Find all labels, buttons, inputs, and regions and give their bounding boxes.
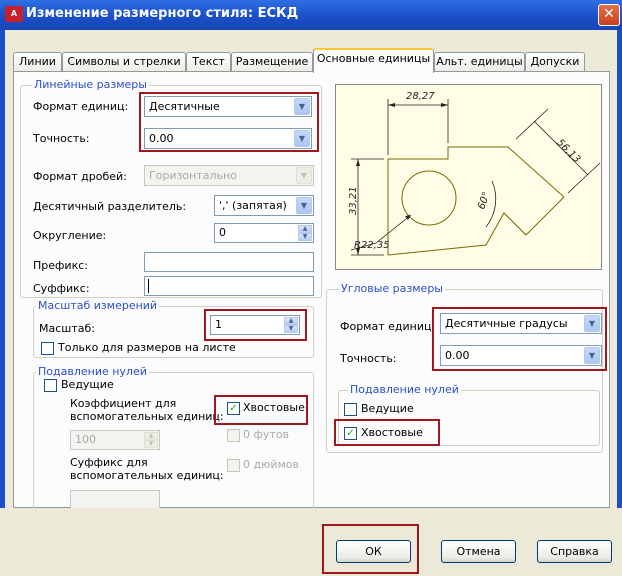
- prefix-input[interactable]: [144, 252, 314, 272]
- sub-units-suffix-input: [70, 490, 160, 510]
- angular-precision-value: 0.00: [445, 349, 470, 362]
- autocad-icon: A: [5, 6, 23, 22]
- dialog-window: A Изменение размерного стиля: ЕСКД ✕ Лин…: [0, 0, 622, 576]
- angular-leading-zeros-checkbox[interactable]: [344, 403, 357, 416]
- chevron-down-icon[interactable]: ▼: [584, 315, 600, 332]
- close-button[interactable]: ✕: [598, 4, 620, 26]
- zero-inches-label: 0 дюймов: [243, 458, 300, 471]
- spinner-arrows[interactable]: ▲ ▼: [284, 317, 298, 333]
- dim-angle-text: 60°: [476, 191, 492, 211]
- angular-precision-label: Точность:: [340, 352, 397, 365]
- scale-spinner[interactable]: 1 ▲ ▼: [210, 315, 300, 335]
- button-bar: [0, 508, 622, 576]
- zero-feet-label: 0 футов: [243, 428, 290, 441]
- trailing-zeros-checkbox[interactable]: ✓: [227, 402, 240, 415]
- angular-unit-format-value: Десятичные градусы: [445, 317, 568, 330]
- chevron-down-icon[interactable]: ▼: [584, 347, 600, 364]
- sub-units-factor-spinner: 100 ▲ ▼: [70, 430, 160, 450]
- sub-units-factor-value: 100: [75, 433, 96, 446]
- angular-trailing-zeros-checkbox[interactable]: ✓: [344, 427, 357, 440]
- prefix-label: Префикс:: [33, 259, 88, 272]
- fraction-format-value: Горизонтально: [149, 169, 237, 182]
- decimal-separator-label: Десятичный разделитель:: [33, 200, 187, 213]
- scale-label: Масштаб:: [39, 322, 95, 335]
- layout-only-checkbox[interactable]: [41, 342, 54, 355]
- unit-format-label: Формат единиц:: [33, 100, 129, 113]
- spinner-arrows: ▲ ▼: [144, 432, 158, 448]
- window-border-left: [0, 30, 5, 576]
- window-border-right: [617, 30, 622, 576]
- dim-top-text: 28,27: [406, 91, 435, 102]
- dim-left-text: 33,21: [348, 186, 359, 215]
- tab-fit[interactable]: Размещение: [231, 52, 313, 72]
- cancel-button[interactable]: Отмена: [441, 540, 516, 563]
- precision-label: Точность:: [33, 132, 90, 145]
- ok-button[interactable]: ОК: [336, 540, 411, 563]
- unit-format-value: Десятичные: [149, 100, 220, 113]
- zero-inches-checkbox: [227, 459, 240, 472]
- zero-feet-checkbox: [227, 429, 240, 442]
- dim-right-text: 56,13: [554, 137, 582, 165]
- angular-leading-zeros-label: Ведущие: [361, 402, 414, 415]
- layout-only-label: Только для размеров на листе: [58, 341, 236, 354]
- unit-format-select[interactable]: Десятичные ▼: [144, 96, 312, 117]
- chevron-down-icon: ▼: [296, 167, 312, 184]
- angular-dimensions-legend: Угловые размеры: [339, 282, 445, 295]
- tab-primary-units[interactable]: Основные единицы: [313, 48, 434, 73]
- title-bar[interactable]: A Изменение размерного стиля: ЕСКД ✕: [0, 0, 622, 30]
- angular-unit-format-label: Формат единиц:: [340, 320, 436, 333]
- fraction-format-label: Формат дробей:: [33, 170, 127, 183]
- tab-alternate-units[interactable]: Альт. единицы: [434, 52, 525, 72]
- rounding-spinner[interactable]: 0 ▲ ▼: [214, 223, 314, 243]
- tab-lines[interactable]: Линии: [13, 52, 62, 72]
- dimension-preview: 28,27 33,21 56,13 60° R22,35: [335, 84, 602, 270]
- fraction-format-select: Горизонтально ▼: [144, 165, 314, 186]
- preview-drawing: 28,27 33,21 56,13 60° R22,35: [348, 91, 601, 256]
- help-button[interactable]: Справка: [537, 540, 612, 563]
- scale-value: 1: [215, 318, 222, 331]
- window-title: Изменение размерного стиля: ЕСКД: [26, 6, 299, 21]
- leading-zeros-label: Ведущие: [61, 378, 114, 391]
- angular-trailing-zeros-label: Хвостовые: [361, 426, 423, 439]
- sub-units-suffix-label-1: Суффикс для: [70, 456, 148, 469]
- chevron-down-icon[interactable]: ▼: [294, 130, 310, 147]
- dim-radius-text: R22,35: [354, 240, 390, 251]
- chevron-down-icon[interactable]: ▼: [296, 197, 312, 214]
- spinner-arrows[interactable]: ▲ ▼: [298, 225, 312, 241]
- tab-text[interactable]: Текст: [186, 52, 231, 72]
- leading-zeros-checkbox[interactable]: [44, 379, 57, 392]
- text-cursor: [148, 279, 149, 293]
- angular-precision-select[interactable]: 0.00 ▼: [440, 345, 602, 366]
- precision-value: 0.00: [149, 132, 174, 145]
- angular-unit-format-select[interactable]: Десятичные градусы ▼: [440, 313, 602, 334]
- measurement-scale-legend: Масштаб измерений: [36, 299, 160, 312]
- zero-suppression-linear-legend: Подавление нулей: [36, 365, 149, 378]
- zero-suppression-angular-legend: Подавление нулей: [348, 383, 461, 396]
- precision-select[interactable]: 0.00 ▼: [144, 128, 312, 149]
- trailing-zeros-label: Хвостовые: [243, 401, 305, 414]
- sub-units-factor-label-1: Коэффициент для: [70, 397, 177, 410]
- decimal-separator-value: ',' (запятая): [219, 199, 287, 212]
- suffix-label: Суффикс:: [33, 282, 90, 295]
- rounding-value: 0: [219, 226, 226, 239]
- rounding-label: Округление:: [33, 229, 107, 242]
- tab-symbols-arrows[interactable]: Символы и стрелки: [62, 52, 186, 72]
- suffix-input[interactable]: [144, 276, 314, 296]
- sub-units-factor-label-2: вспомогательных единиц:: [70, 410, 224, 423]
- linear-dimensions-legend: Линейные размеры: [32, 78, 149, 91]
- tab-tolerances[interactable]: Допуски: [525, 52, 585, 72]
- chevron-down-icon[interactable]: ▼: [294, 98, 310, 115]
- decimal-separator-select[interactable]: ',' (запятая) ▼: [214, 195, 314, 216]
- sub-units-suffix-label-2: вспомогательных единиц:: [70, 469, 224, 482]
